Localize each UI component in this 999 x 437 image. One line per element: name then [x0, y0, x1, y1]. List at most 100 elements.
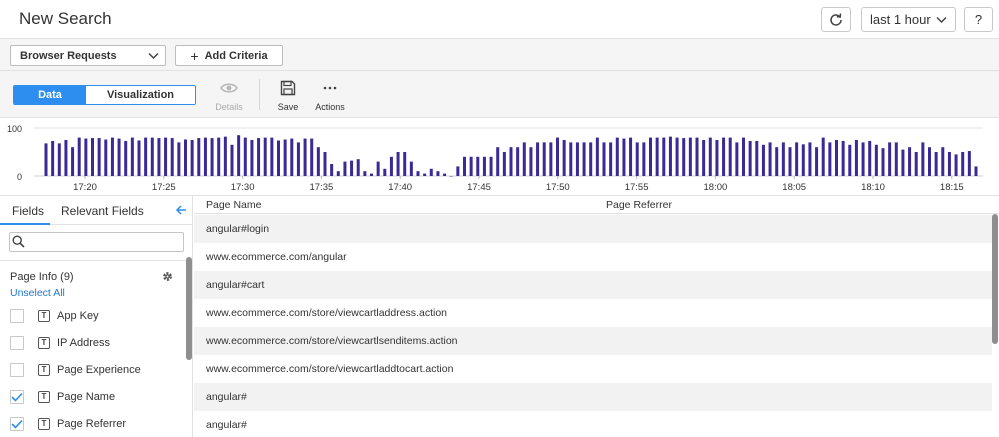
- histogram-bar[interactable]: [748, 140, 752, 176]
- histogram-bar[interactable]: [223, 136, 227, 176]
- histogram-bar[interactable]: [270, 137, 274, 176]
- arrow-left-icon[interactable]: [175, 204, 187, 216]
- histogram-bar[interactable]: [575, 142, 579, 176]
- histogram-bar[interactable]: [144, 137, 148, 176]
- histogram-bar[interactable]: [429, 168, 433, 176]
- histogram-bar[interactable]: [642, 142, 646, 176]
- tab-fields[interactable]: Fields: [12, 204, 44, 218]
- field-row[interactable]: T Page Name: [0, 383, 185, 410]
- histogram-bar[interactable]: [649, 137, 652, 176]
- histogram-bar[interactable]: [84, 138, 88, 176]
- histogram-bar[interactable]: [615, 137, 619, 176]
- histogram-bar[interactable]: [888, 142, 892, 176]
- histogram-bar[interactable]: [170, 138, 174, 176]
- histogram-bar[interactable]: [668, 136, 672, 176]
- histogram-bar[interactable]: [801, 144, 805, 176]
- field-row[interactable]: T App Key: [0, 302, 185, 329]
- histogram-bar[interactable]: [124, 140, 128, 176]
- histogram-bar[interactable]: [728, 137, 732, 176]
- histogram-bar[interactable]: [257, 138, 261, 176]
- help-button[interactable]: ?: [964, 7, 993, 32]
- histogram-bar[interactable]: [184, 139, 187, 176]
- histogram-bar[interactable]: [542, 142, 546, 176]
- table-row[interactable]: angular#login: [194, 215, 992, 243]
- table-row[interactable]: www.ecommerce.com/store/viewcartlsendite…: [194, 327, 992, 355]
- add-criteria-button[interactable]: + Add Criteria: [175, 45, 283, 66]
- histogram-bar[interactable]: [137, 140, 141, 176]
- histogram-bar[interactable]: [416, 171, 420, 176]
- histogram-bar[interactable]: [622, 138, 626, 176]
- histogram-bar[interactable]: [263, 137, 267, 176]
- refresh-button[interactable]: [821, 7, 851, 32]
- group-title[interactable]: Page Info (9): [10, 271, 74, 283]
- histogram-bar[interactable]: [316, 147, 320, 176]
- tab-relevant-fields[interactable]: Relevant Fields: [61, 204, 144, 218]
- unselect-all-link[interactable]: Unselect All: [10, 287, 65, 299]
- histogram-bar[interactable]: [323, 152, 327, 176]
- histogram-bar[interactable]: [343, 161, 347, 176]
- histogram-bar[interactable]: [449, 176, 453, 177]
- gear-icon[interactable]: [161, 270, 174, 283]
- histogram-bar[interactable]: [230, 144, 234, 176]
- histogram-bar[interactable]: [755, 140, 759, 176]
- histogram-bar[interactable]: [463, 156, 466, 176]
- histogram-bar[interactable]: [283, 139, 287, 176]
- histogram-bar[interactable]: [921, 142, 925, 176]
- field-checkbox[interactable]: [10, 308, 24, 323]
- histogram-bar[interactable]: [210, 138, 214, 176]
- histogram-bar[interactable]: [250, 140, 254, 176]
- histogram-bar[interactable]: [363, 171, 367, 176]
- histogram-bar[interactable]: [150, 137, 154, 176]
- histogram-bar[interactable]: [389, 156, 393, 176]
- table-row[interactable]: angular#: [194, 411, 992, 437]
- field-row[interactable]: T Page Referrer: [0, 410, 185, 437]
- histogram-bar[interactable]: [688, 137, 692, 176]
- actions-button[interactable]: Actions: [313, 79, 347, 112]
- histogram-bar[interactable]: [954, 154, 958, 176]
- column-header-page-name[interactable]: Page Name: [206, 199, 261, 211]
- field-row[interactable]: T IP Address: [0, 329, 185, 356]
- histogram-bar[interactable]: [164, 137, 168, 176]
- histogram-bar[interactable]: [117, 138, 121, 176]
- histogram-bar[interactable]: [443, 173, 447, 176]
- histogram-bar[interactable]: [695, 137, 699, 176]
- table-row[interactable]: www.ecommerce.com/store/viewcartladdtoca…: [194, 355, 992, 383]
- histogram-bar[interactable]: [130, 137, 134, 176]
- histogram-bar[interactable]: [97, 138, 101, 176]
- histogram-bar[interactable]: [941, 147, 945, 176]
- histogram-bar[interactable]: [290, 138, 294, 176]
- histogram-bar[interactable]: [582, 142, 586, 176]
- histogram-bar[interactable]: [708, 137, 712, 176]
- histogram-bar[interactable]: [595, 137, 599, 176]
- table-row[interactable]: www.ecommerce.com/store/viewcartladdress…: [194, 299, 992, 327]
- histogram-bar[interactable]: [828, 142, 832, 176]
- histogram-bar[interactable]: [536, 142, 540, 176]
- histogram-bar[interactable]: [735, 142, 739, 176]
- tab-data[interactable]: Data: [14, 86, 86, 104]
- histogram-bar[interactable]: [336, 171, 340, 176]
- histogram-bar[interactable]: [702, 140, 706, 176]
- histogram-bar[interactable]: [71, 147, 75, 176]
- save-button[interactable]: Save: [274, 79, 302, 112]
- table-row[interactable]: angular#cart: [194, 271, 992, 299]
- table-row[interactable]: angular#: [194, 383, 992, 411]
- histogram-bar[interactable]: [469, 156, 473, 176]
- histogram-bar[interactable]: [602, 142, 606, 176]
- histogram-bar[interactable]: [330, 164, 334, 176]
- histogram-bar[interactable]: [157, 138, 161, 176]
- histogram-bar[interactable]: [609, 142, 613, 176]
- histogram-bar[interactable]: [768, 142, 772, 176]
- histogram-bar[interactable]: [243, 137, 247, 176]
- histogram-bar[interactable]: [549, 142, 553, 176]
- field-row[interactable]: T Page Experience: [0, 356, 185, 383]
- histogram-bar[interactable]: [64, 140, 68, 176]
- histogram-bar[interactable]: [901, 149, 905, 176]
- histogram-bar[interactable]: [775, 147, 779, 176]
- histogram-bar[interactable]: [908, 147, 912, 176]
- data-source-select[interactable]: Browser Requests: [10, 45, 166, 66]
- histogram-bar[interactable]: [629, 137, 633, 176]
- histogram-bar[interactable]: [781, 142, 785, 176]
- histogram-bar[interactable]: [974, 166, 978, 176]
- field-checkbox[interactable]: [10, 335, 24, 350]
- histogram-bar[interactable]: [795, 142, 799, 176]
